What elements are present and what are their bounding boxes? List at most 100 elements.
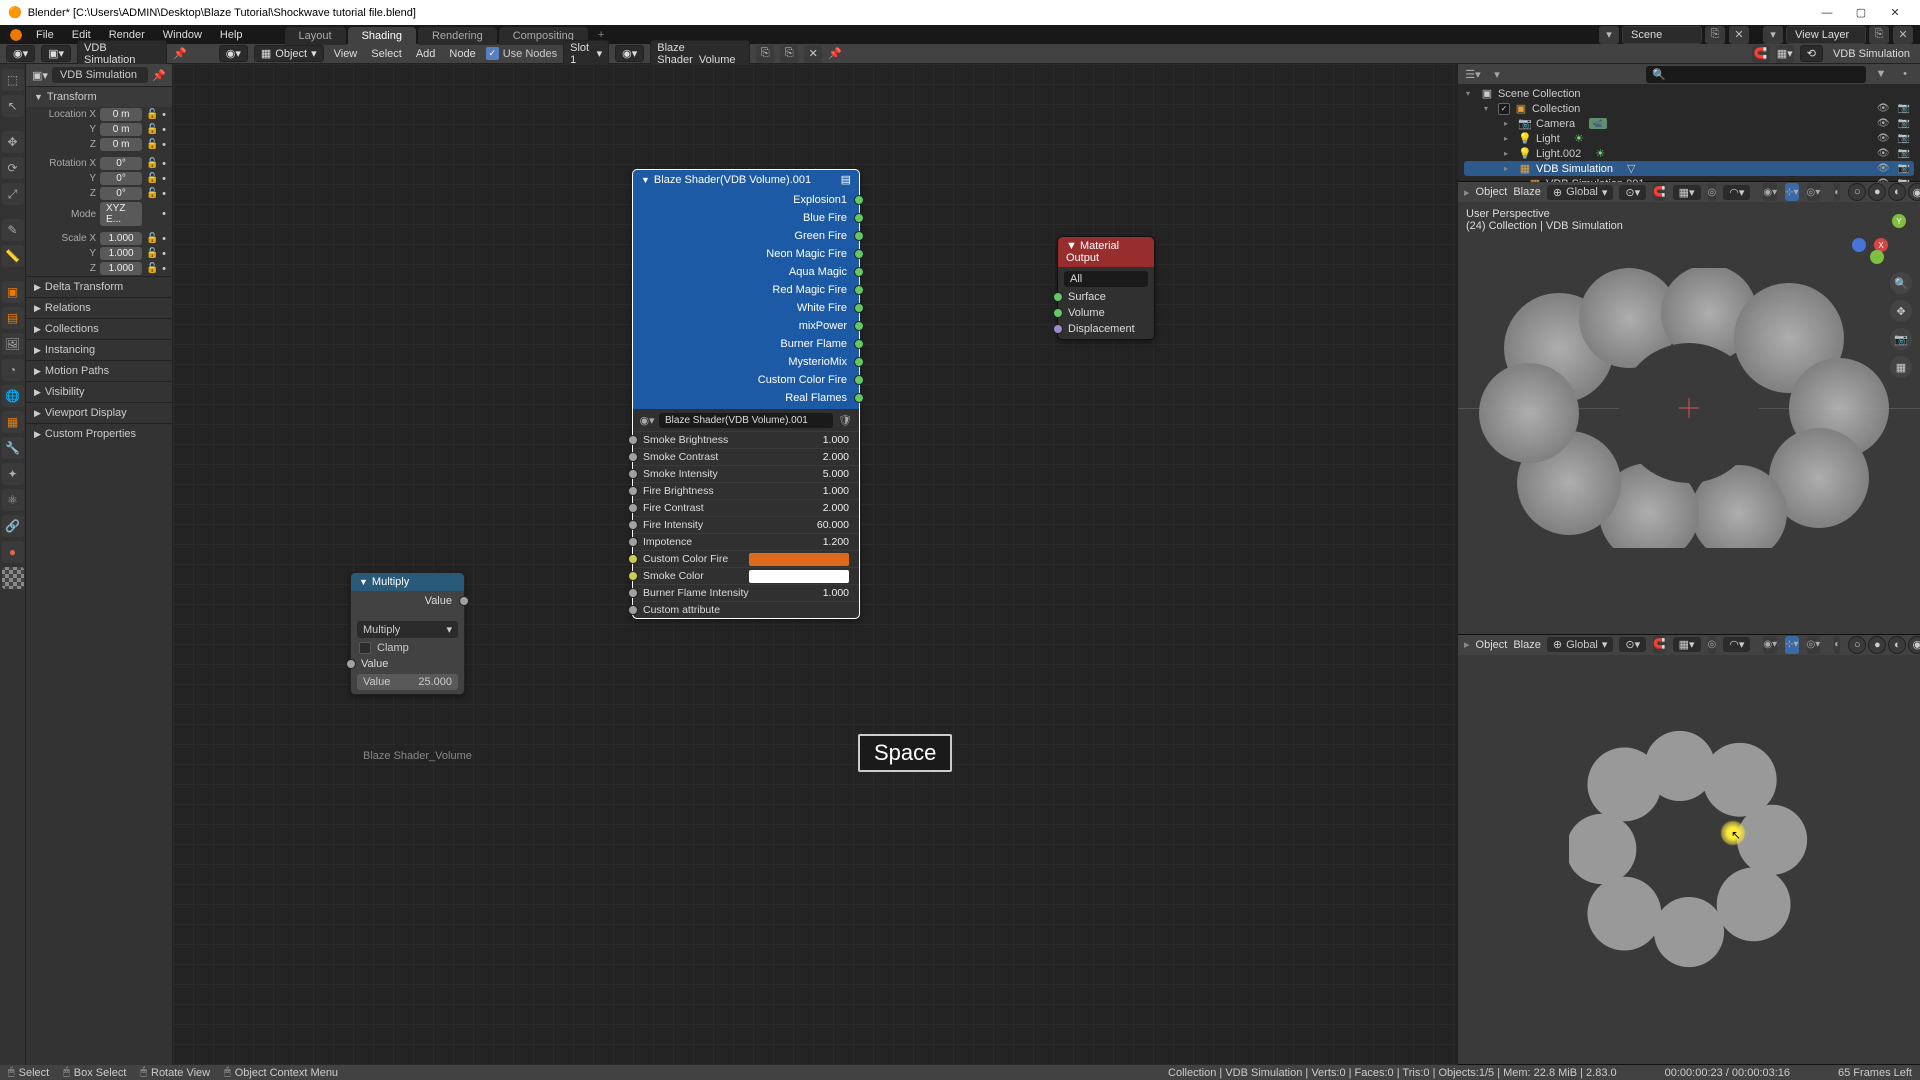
material-new-icon[interactable]: ⎘ xyxy=(780,45,798,63)
header-add[interactable]: Add xyxy=(412,48,440,60)
tool-object[interactable]: ▦ xyxy=(2,411,24,433)
vp-orientation-dropdown[interactable]: ⊕ Global ▾ xyxy=(1547,637,1614,652)
param-smoke-brightness[interactable]: Smoke Brightness1.000 xyxy=(633,431,859,448)
tool-particle[interactable]: ✦ xyxy=(2,463,24,485)
socket-out-explosion1[interactable]: Explosion1 xyxy=(633,191,859,209)
viewport-bottom[interactable]: ▸ Object Blaze ⊕ Global ▾ ⊙▾ 🧲 ▦▾ ◎ ◠▾ ◉… xyxy=(1458,635,1920,1065)
scene-name-input[interactable]: Scene xyxy=(1622,26,1702,44)
socket-out-green-fire[interactable]: Green Fire xyxy=(633,227,859,245)
snap-icon[interactable]: 🧲 xyxy=(1752,45,1770,63)
shading-matprev-icon[interactable]: ◐ xyxy=(1888,636,1906,654)
tool-annotate[interactable]: ✎ xyxy=(2,219,24,241)
tool-cursor[interactable]: ⬚ xyxy=(2,69,24,91)
visibility-toggle-icon[interactable]: 👁 xyxy=(1875,103,1892,114)
node-material-output[interactable]: ▼ Material Output All Surface Volume Dis… xyxy=(1057,236,1155,340)
section-viewport[interactable]: ▶Viewport Display xyxy=(26,402,172,423)
outliner-camera[interactable]: ▸📷Camera📹👁📷 xyxy=(1464,116,1914,131)
param-custom-attribute[interactable]: Custom attribute xyxy=(633,601,859,618)
tool-render[interactable]: ▣ xyxy=(2,281,24,303)
lock-icon[interactable]: 🔓 xyxy=(146,188,158,199)
socket-out-neon-magic-fire[interactable]: Neon Magic Fire xyxy=(633,245,859,263)
param-fire-contrast[interactable]: Fire Contrast2.000 xyxy=(633,499,859,516)
node-options-icon[interactable]: ▤ xyxy=(841,173,851,186)
vp-expand-icon[interactable]: ▸ xyxy=(1464,186,1470,199)
multiply-clamp-checkbox[interactable]: Clamp xyxy=(351,640,464,656)
shading-solid-icon[interactable]: ● xyxy=(1868,636,1886,654)
render-toggle-icon[interactable]: 📷 xyxy=(1896,133,1912,144)
section-transform[interactable]: ▼Transform xyxy=(26,86,172,107)
blender-icon[interactable] xyxy=(6,27,26,43)
scene-browse-icon[interactable]: ▾ xyxy=(1599,26,1619,44)
section-delta[interactable]: ▶Delta Transform xyxy=(26,276,172,297)
pin-icon[interactable]: 📌 xyxy=(173,47,187,60)
material-browse-icon[interactable]: ◉▾ xyxy=(615,45,644,62)
vp-expand-icon[interactable]: ▸ xyxy=(1464,638,1470,651)
visibility-toggle-icon[interactable]: 👁 xyxy=(1875,163,1892,174)
mode-dropdown[interactable]: ▦Object▾ xyxy=(254,45,324,62)
anim-dot-icon[interactable]: • xyxy=(162,263,166,275)
anim-dot-icon[interactable]: • xyxy=(162,173,166,185)
field-scx[interactable]: 1.000 xyxy=(100,232,142,245)
param-burner-flame-intensity[interactable]: Burner Flame Intensity1.000 xyxy=(633,584,859,601)
lock-icon[interactable]: 🔓 xyxy=(146,139,158,150)
param-smoke-contrast[interactable]: Smoke Contrast2.000 xyxy=(633,448,859,465)
vp-persp-icon[interactable]: ▦ xyxy=(1890,356,1912,378)
anim-dot-icon[interactable]: • xyxy=(162,139,166,151)
param-fire-brightness[interactable]: Fire Brightness1.000 xyxy=(633,482,859,499)
vp-snap-type[interactable]: ▦▾ xyxy=(1673,185,1701,200)
socket-out-burner-flame[interactable]: Burner Flame xyxy=(633,335,859,353)
menu-file[interactable]: File xyxy=(28,27,62,43)
shading-matprev-icon[interactable]: ◐ xyxy=(1888,183,1906,201)
outliner-scene-collection[interactable]: ▾▣Scene Collection xyxy=(1464,86,1914,101)
vp-blaze-label[interactable]: Blaze xyxy=(1513,639,1541,651)
vp-snap-icon[interactable]: 🧲 xyxy=(1653,636,1665,654)
node-multiply[interactable]: ▼Multiply Value Multiply▾ Clamp Value Va… xyxy=(350,572,465,695)
lock-icon[interactable]: 🔓 xyxy=(146,173,158,184)
tool-move[interactable]: ✥ xyxy=(2,131,24,153)
render-toggle-icon[interactable]: 📷 xyxy=(1896,118,1912,129)
outliner-light2[interactable]: ▸💡Light.002☀👁📷 xyxy=(1464,146,1914,161)
vp-snap-icon[interactable]: 🧲 xyxy=(1653,183,1665,201)
vp-blaze-label[interactable]: Blaze xyxy=(1513,186,1541,198)
menu-help[interactable]: Help xyxy=(212,27,251,43)
nodegroup-name-field[interactable]: Blaze Shader(VDB Volume).001 xyxy=(659,413,833,428)
tool-physics[interactable]: ⚛ xyxy=(2,489,24,511)
tab-rendering[interactable]: Rendering xyxy=(418,27,497,45)
multiply-operation-dropdown[interactable]: Multiply▾ xyxy=(357,621,458,638)
vp-pivot-dropdown[interactable]: ⊙▾ xyxy=(1619,637,1646,652)
outliner-display-icon[interactable]: ▾ xyxy=(1488,65,1506,83)
vp-xray-icon[interactable]: ◐ xyxy=(1834,636,1840,654)
vp-proportional-icon[interactable]: ◎ xyxy=(1708,183,1717,201)
header-view[interactable]: View xyxy=(330,48,362,60)
multiply-value-field[interactable]: Value25.000 xyxy=(357,674,458,690)
tool-measure[interactable]: 📏 xyxy=(2,245,24,267)
section-visibility[interactable]: ▶Visibility xyxy=(26,381,172,402)
field-rotz[interactable]: 0° xyxy=(100,187,142,200)
lock-icon[interactable]: 🔓 xyxy=(146,248,158,259)
socket-out-real-flames[interactable]: Real Flames xyxy=(633,389,859,407)
header-node[interactable]: Node xyxy=(445,48,479,60)
vp-camera-icon[interactable]: 📷 xyxy=(1890,328,1912,350)
field-roty[interactable]: 0° xyxy=(100,172,142,185)
node-blaze-shader[interactable]: ▼Blaze Shader(VDB Volume).001▤ Explosion… xyxy=(632,169,860,619)
snap-options-icon[interactable]: ▦▾ xyxy=(1776,45,1794,63)
lock-icon[interactable]: 🔓 xyxy=(146,158,158,169)
tool-output[interactable]: ▤ xyxy=(2,307,24,329)
vp-zoom-icon[interactable]: 🔍 xyxy=(1890,272,1912,294)
outliner-filter-icon[interactable]: ▼ xyxy=(1872,65,1890,83)
outliner-type-icon[interactable]: ☰▾ xyxy=(1464,65,1482,83)
vp-proportional-type[interactable]: ◠▾ xyxy=(1723,637,1750,652)
material-pin-icon[interactable]: 📌 xyxy=(828,47,842,60)
lock-icon[interactable]: 🔓 xyxy=(146,233,158,244)
visibility-toggle-icon[interactable]: 👁 xyxy=(1875,133,1892,144)
anim-dot-icon[interactable]: • xyxy=(162,248,166,260)
shading-wireframe-icon[interactable]: ○ xyxy=(1848,636,1866,654)
fake-user-icon[interactable]: 🛡 xyxy=(837,412,853,428)
section-collections[interactable]: ▶Collections xyxy=(26,318,172,339)
lock-icon[interactable]: 🔓 xyxy=(146,109,158,120)
outliner-search[interactable]: 🔍 xyxy=(1646,66,1866,83)
field-mode[interactable]: XYZ E... xyxy=(100,202,142,226)
tool-rotate[interactable]: ⟳ xyxy=(2,157,24,179)
layer-delete-icon[interactable]: ✕ xyxy=(1893,26,1913,44)
scene-new-icon[interactable]: ⎘ xyxy=(1705,26,1725,44)
